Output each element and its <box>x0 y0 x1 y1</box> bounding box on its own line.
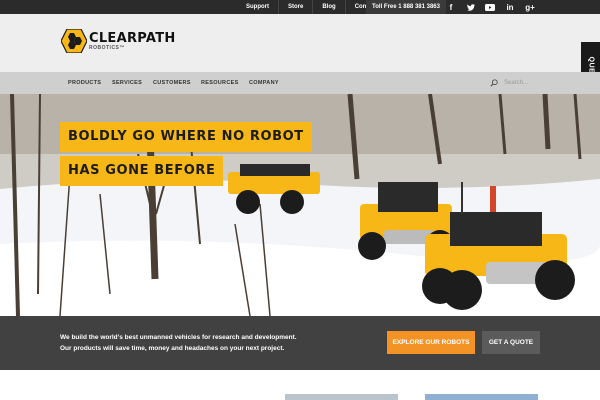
divider <box>344 0 346 14</box>
search-input[interactable]: Search... <box>490 77 580 89</box>
nav-item-services[interactable]: SERVICES <box>112 72 142 94</box>
nav-item-products[interactable]: PRODUCTS <box>68 72 101 94</box>
site-header: CLEARPATH ROBOTICS™ <box>0 14 600 72</box>
cta-text-line-2: Our products will save time, money and h… <box>60 345 285 352</box>
utility-links: Support Store Blog Contact <box>246 0 377 14</box>
hero-headline-line-1: BOLDLY GO WHERE NO ROBOT <box>60 122 312 152</box>
clearpath-logo[interactable]: CLEARPATH ROBOTICS™ <box>61 29 176 53</box>
logo-name: CLEARPATH <box>89 31 176 46</box>
cta-text-line-1: We build the world’s best unmanned vehic… <box>60 334 297 341</box>
hexagon-logo-icon <box>61 29 87 53</box>
get-quote-button[interactable]: GET A QUOTE <box>482 331 540 354</box>
content-card-thumbnail[interactable] <box>425 394 538 400</box>
blog-link[interactable]: Blog <box>322 0 335 14</box>
main-nav: PRODUCTS SERVICES CUSTOMERS RESOURCES CO… <box>0 72 600 94</box>
nav-item-company[interactable]: COMPANY <box>249 72 279 94</box>
youtube-icon[interactable] <box>480 0 500 14</box>
explore-robots-button[interactable]: EXPLORE OUR ROBOTS <box>387 331 475 354</box>
google-plus-icon[interactable]: g+ <box>520 0 540 14</box>
hero-headline-line-2: HAS GONE BEFORE <box>60 156 224 186</box>
linkedin-icon[interactable]: in <box>500 0 520 14</box>
utility-bar: Support Store Blog Contact Toll Free 1 8… <box>0 0 600 14</box>
nav-item-resources[interactable]: RESOURCES <box>201 72 239 94</box>
content-card-thumbnail[interactable] <box>285 394 398 400</box>
divider <box>278 0 279 14</box>
cta-bar: We build the world’s best unmanned vehic… <box>0 316 600 370</box>
store-link[interactable]: Store <box>288 0 303 14</box>
facebook-icon[interactable]: f <box>441 0 461 14</box>
hero-banner: BOLDLY GO WHERE NO ROBOT HAS GONE BEFORE <box>0 94 600 316</box>
logo-subtitle: ROBOTICS™ <box>89 45 125 51</box>
search-placeholder: Search... <box>504 80 529 86</box>
nav-item-customers[interactable]: CUSTOMERS <box>153 72 191 94</box>
toll-free-number: Toll Free 1 888 381 3863 <box>366 0 446 14</box>
divider <box>312 0 314 14</box>
support-link[interactable]: Support <box>246 0 269 14</box>
search-icon <box>490 79 498 87</box>
twitter-icon[interactable] <box>461 0 481 14</box>
